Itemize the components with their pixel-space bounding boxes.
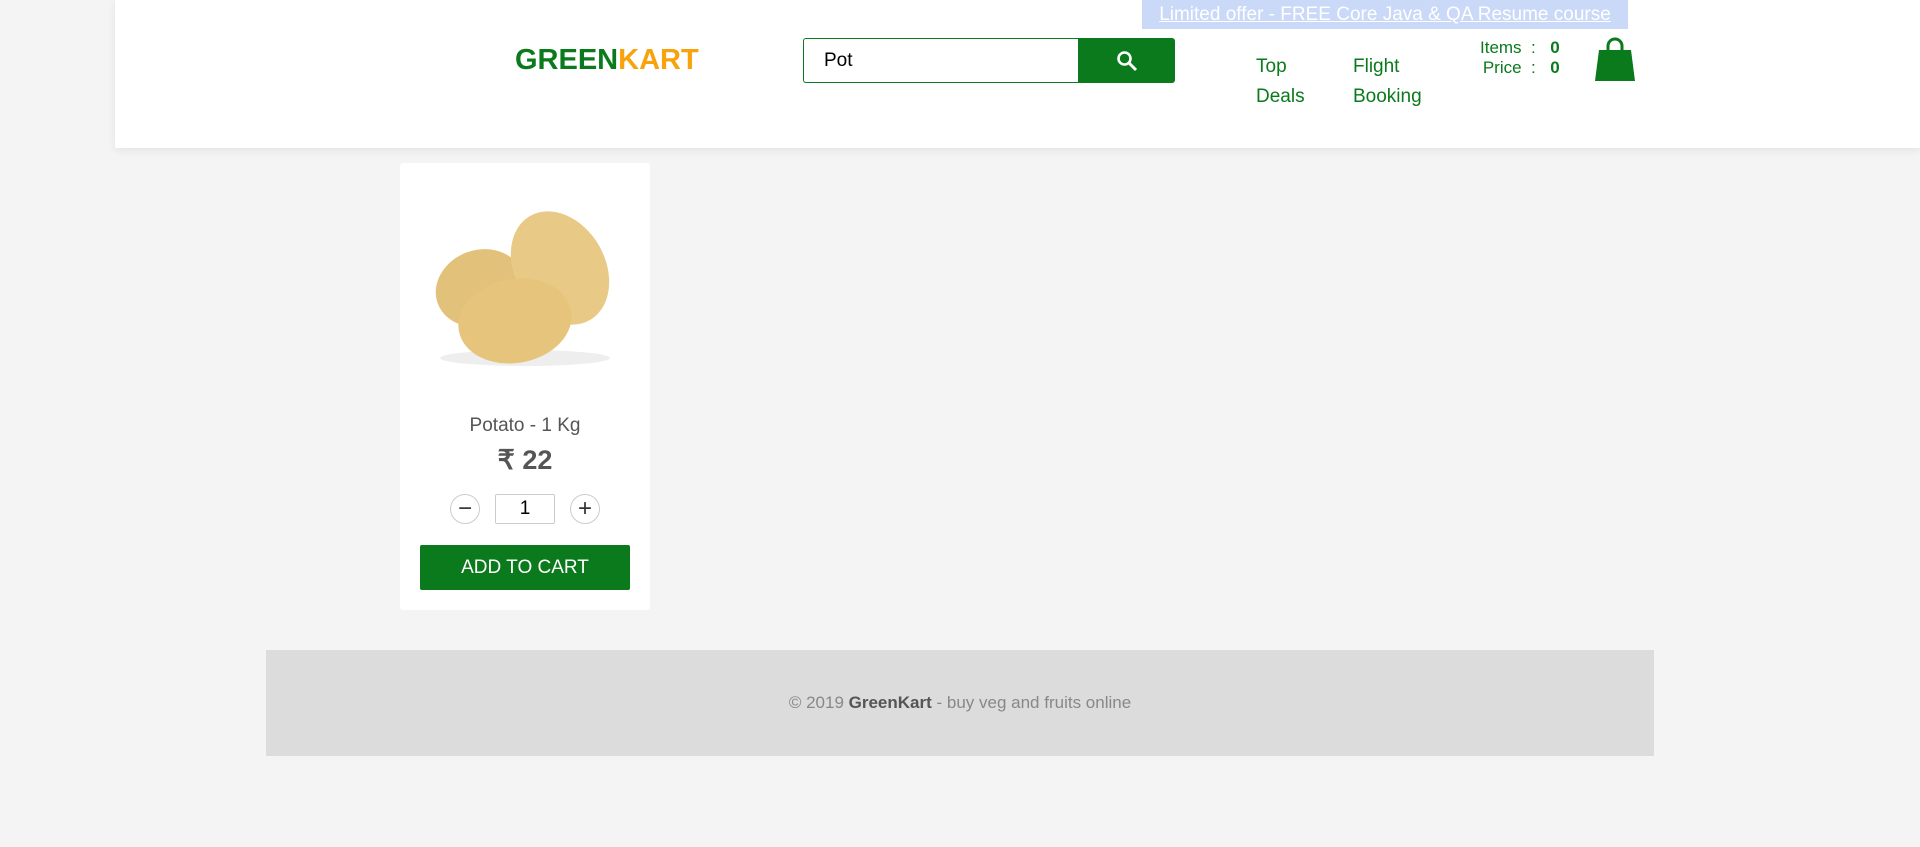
cart-button[interactable] xyxy=(1593,36,1637,87)
increment-button[interactable]: + xyxy=(570,494,600,524)
footer: © 2019 GreenKart - buy veg and fruits on… xyxy=(266,650,1654,756)
footer-suffix: - buy veg and fruits online xyxy=(931,693,1132,712)
product-name: Potato - 1 Kg xyxy=(469,415,581,436)
product-price: ₹ 22 xyxy=(497,445,553,475)
product-card: Potato - 1 Kg ₹ 22 − + ADD TO CART xyxy=(400,163,650,610)
nav-label: Top xyxy=(1256,56,1287,77)
footer-brand: GreenKart xyxy=(848,693,932,712)
nav-label: Flight xyxy=(1353,56,1400,77)
cart-info: Items :0 Price :0 xyxy=(1480,38,1560,78)
logo: GREENKART xyxy=(515,44,699,77)
quantity-input[interactable] xyxy=(495,494,555,524)
items-label: Items xyxy=(1480,38,1522,57)
search-input[interactable] xyxy=(803,38,1079,83)
cart-bag-icon xyxy=(1595,37,1635,81)
add-to-cart-button[interactable]: ADD TO CART xyxy=(420,545,630,590)
nav-label: Booking xyxy=(1353,86,1422,107)
top-deals-link[interactable]: Top Deals xyxy=(1256,52,1305,112)
price-total: 0 xyxy=(1550,58,1560,77)
search-button[interactable] xyxy=(1078,38,1175,83)
logo-green: GREEN xyxy=(515,44,619,76)
items-count: 0 xyxy=(1550,38,1560,57)
decrement-button[interactable]: − xyxy=(450,494,480,524)
potato-image xyxy=(435,211,610,366)
price-label: Price xyxy=(1482,58,1522,77)
nav-label: Deals xyxy=(1256,86,1305,107)
limited-offer-link[interactable]: Limited offer - FREE Core Java & QA Resu… xyxy=(1142,0,1628,29)
footer-prefix: © 2019 xyxy=(788,693,849,712)
logo-kart: KART xyxy=(618,44,699,76)
flight-booking-link[interactable]: Flight Booking xyxy=(1353,52,1422,112)
quantity-stepper: − + xyxy=(400,494,650,524)
search-icon xyxy=(1116,50,1137,71)
